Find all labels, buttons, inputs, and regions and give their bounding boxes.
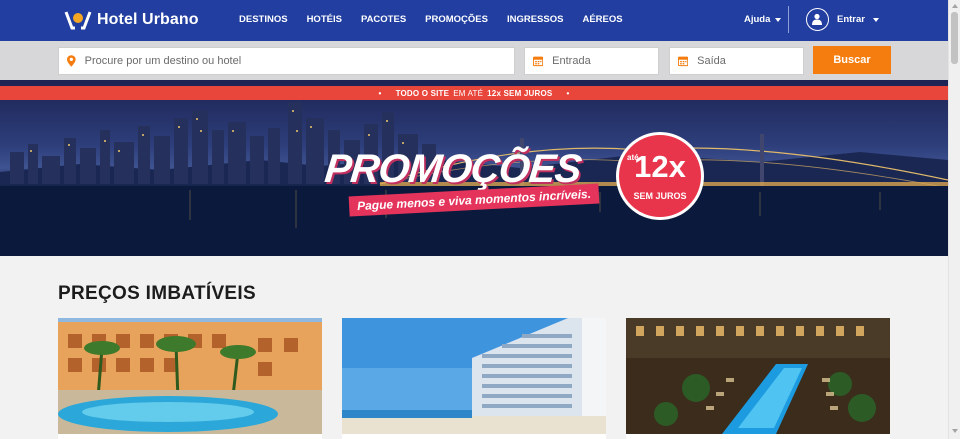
page-scrollbar[interactable] xyxy=(948,0,960,439)
logo-text: Hotel Urbano xyxy=(97,11,199,28)
card-footer xyxy=(626,434,890,439)
user-avatar xyxy=(806,8,829,31)
location-pin-icon xyxy=(67,55,76,67)
promo-strip: • TODO O SITE EM ATÉ 12x SEM JUROS • xyxy=(0,86,948,100)
checkin-field[interactable] xyxy=(524,47,659,75)
nav-item-aereos[interactable]: AÉREOS xyxy=(582,14,622,25)
search-button[interactable]: Buscar xyxy=(813,46,891,74)
hotel-card[interactable] xyxy=(626,318,890,439)
header-divider xyxy=(788,6,789,33)
nav-item-promocoes[interactable]: PROMOÇÕES xyxy=(425,14,488,25)
strip-text-3: 12x SEM JUROS xyxy=(487,88,553,98)
main-nav: DESTINOS HOTÉIS PACOTES PROMOÇÕES INGRES… xyxy=(239,14,642,25)
card-footer xyxy=(58,434,322,439)
nav-item-destinos[interactable]: DESTINOS xyxy=(239,14,288,25)
strip-text-1: TODO O SITE xyxy=(395,88,450,98)
hotel-card[interactable] xyxy=(342,318,606,439)
chevron-down-icon xyxy=(775,17,782,22)
destination-field[interactable] xyxy=(58,47,515,75)
installments-badge: até 12x SEM JUROS xyxy=(616,132,704,220)
hotel-photo-pool-resort xyxy=(58,318,322,434)
checkout-field[interactable] xyxy=(669,47,804,75)
bullet-icon: • xyxy=(566,88,570,98)
chevron-down-icon xyxy=(872,17,879,22)
login-menu[interactable]: Entrar xyxy=(806,8,879,31)
card-footer xyxy=(342,434,606,439)
strip-text-2: EM ATÉ xyxy=(453,88,484,98)
destination-input[interactable] xyxy=(84,55,514,67)
top-header: Hotel Urbano DESTINOS HOTÉIS PACOTES PRO… xyxy=(0,0,948,41)
calendar-icon xyxy=(678,56,689,67)
calendar-icon xyxy=(533,56,544,67)
search-bar xyxy=(0,41,948,80)
hotel-photo-night-courtyard xyxy=(626,318,890,434)
hotel-card[interactable] xyxy=(58,318,322,439)
scroll-down-arrow-icon[interactable] xyxy=(952,429,958,433)
scrollbar-thumb[interactable] xyxy=(951,12,958,64)
logo[interactable]: Hotel Urbano xyxy=(64,9,199,31)
bullet-icon: • xyxy=(378,88,382,98)
nav-item-pacotes[interactable]: PACOTES xyxy=(361,14,406,25)
help-menu[interactable]: Ajuda xyxy=(744,14,782,25)
checkout-input[interactable] xyxy=(697,55,803,67)
badge-value: 12x xyxy=(634,149,686,184)
nav-item-ingressos[interactable]: INGRESSOS xyxy=(507,14,564,25)
login-label: Entrar xyxy=(837,14,865,25)
nav-item-hoteis[interactable]: HOTÉIS xyxy=(307,14,342,25)
promo-title: PROMOÇÕES xyxy=(322,147,583,191)
checkin-input[interactable] xyxy=(552,55,658,67)
section-title: PREÇOS IMBATÍVEIS xyxy=(58,283,256,304)
promo-banner[interactable]: • TODO O SITE EM ATÉ 12x SEM JUROS • PRO… xyxy=(0,80,948,256)
user-icon xyxy=(812,13,822,25)
scroll-up-arrow-icon[interactable] xyxy=(952,4,958,8)
help-label: Ajuda xyxy=(744,14,771,25)
hotel-photo-beach-tower xyxy=(342,318,606,434)
badge-text: SEM JUROS xyxy=(633,191,687,201)
logo-mark-icon xyxy=(64,11,92,30)
